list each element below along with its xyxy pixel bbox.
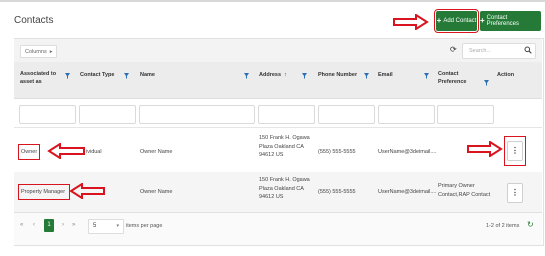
plus-icon: + — [480, 16, 485, 25]
filter-input-email[interactable] — [378, 105, 435, 124]
item-count: 1-2 of 2 items — [486, 223, 520, 229]
cell-preference: Primary Owner Contact,RAP Contact — [438, 183, 491, 198]
header-phone[interactable]: Phone Number — [318, 71, 357, 79]
contact-preferences-button[interactable]: + Contact Preferences — [480, 11, 541, 31]
plus-icon: + — [436, 16, 442, 25]
annotation-highlight-box — [18, 184, 70, 200]
prev-page-icon[interactable]: ‹ — [33, 222, 35, 228]
items-per-page-label: items per page — [126, 223, 163, 229]
filter-input-name[interactable] — [139, 105, 255, 124]
filter-input-address[interactable] — [258, 105, 315, 124]
add-contact-label: Add Contact — [443, 18, 477, 24]
annotation-arrow-right-icon — [467, 141, 503, 157]
annotation-arrow-left-icon — [47, 143, 85, 159]
filter-icon[interactable] — [65, 73, 70, 79]
cell-address: 150 Frank H. Ogawa Plaza Oakland CA 9461… — [259, 177, 310, 201]
cell-phone: (555) 555-5555 — [318, 149, 356, 155]
filter-icon[interactable] — [424, 73, 429, 79]
chevron-down-icon: ▾ — [116, 223, 119, 229]
columns-button[interactable]: Columns ▸ — [20, 45, 58, 58]
cell-email: UserName@3deimail.... — [378, 149, 437, 155]
top-divider — [0, 0, 545, 2]
row-actions-button[interactable]: ⋮ — [507, 183, 523, 203]
filter-icon[interactable] — [364, 73, 369, 79]
header-associated[interactable]: Associated to asset as — [20, 70, 64, 87]
search-placeholder: Search... — [469, 48, 492, 54]
filter-input-contact-type[interactable] — [79, 105, 136, 124]
filter-icon[interactable] — [302, 73, 307, 79]
header-preference[interactable]: Contact Preference — [438, 70, 478, 87]
search-input[interactable]: Search... — [462, 43, 536, 59]
search-icon — [524, 46, 532, 54]
page-number-current[interactable]: 1 — [44, 219, 54, 232]
cell-contact-type: ividual — [86, 149, 102, 155]
add-contact-button[interactable]: + Add Contact — [434, 9, 479, 33]
caret-right-icon: ▸ — [49, 48, 53, 55]
first-page-icon[interactable]: « — [20, 222, 23, 228]
annotation-highlight-box — [504, 136, 526, 166]
sort-ascending-icon[interactable]: ↑ — [284, 71, 287, 79]
header-contact-type[interactable]: Contact Type — [80, 71, 114, 79]
filter-input-preference[interactable] — [437, 105, 494, 124]
annotation-highlight-box — [18, 144, 40, 160]
header-email[interactable]: Email — [378, 71, 393, 79]
page-title: Contacts — [14, 15, 54, 26]
next-page-icon[interactable]: › — [62, 222, 64, 228]
cell-email: UserName@3deimail.... — [378, 189, 437, 195]
last-page-icon[interactable]: » — [72, 222, 75, 228]
header-address[interactable]: Address — [259, 71, 281, 79]
filter-icon[interactable] — [124, 73, 129, 79]
cell-phone: (555) 555-5555 — [318, 189, 356, 195]
page-size-value: 5 — [93, 223, 97, 229]
filter-icon[interactable] — [244, 73, 249, 79]
cell-name: Owner Name — [140, 189, 173, 195]
contact-preferences-label: Contact Preferences — [486, 15, 520, 27]
filter-icon[interactable] — [484, 80, 489, 86]
annotation-arrow-left-icon — [69, 183, 105, 199]
refresh-icon[interactable]: ⟳ — [450, 45, 457, 54]
annotation-arrow-right-icon — [393, 14, 429, 30]
columns-label: Columns — [25, 48, 47, 55]
reload-icon[interactable]: ↻ — [527, 220, 534, 229]
cell-address: 150 Frank H. Ogawa Plaza Oakland CA 9461… — [259, 135, 310, 159]
cell-name: Owner Name — [140, 149, 173, 155]
header-name[interactable]: Name — [140, 71, 155, 79]
page-size-select[interactable]: 5 ▾ — [88, 219, 124, 234]
filter-input-associated[interactable] — [19, 105, 76, 124]
filter-input-phone[interactable] — [318, 105, 375, 124]
header-action: Action — [497, 72, 515, 78]
